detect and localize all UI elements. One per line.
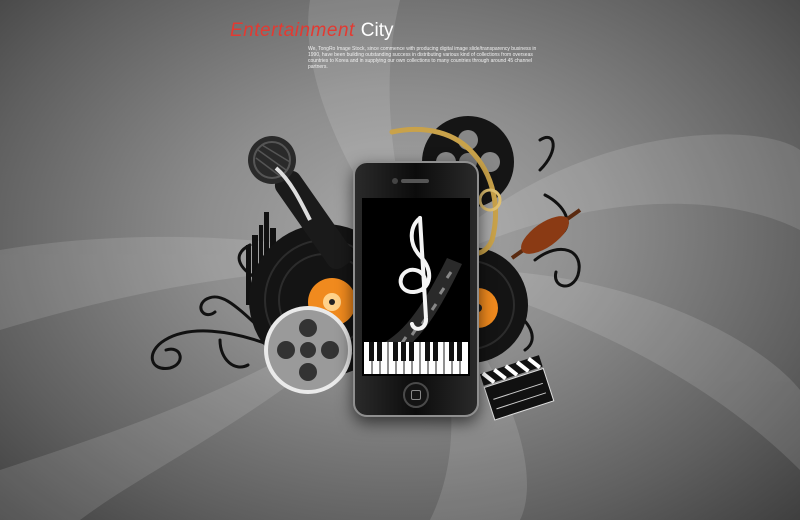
screen-art (364, 216, 468, 374)
poster-canvas: Entertainment City We, TongRo Image Stock… (0, 0, 800, 520)
home-button (403, 382, 429, 408)
film-reel-bottom-icon (264, 306, 352, 394)
phone-screen (362, 198, 470, 376)
treble-clef-icon (398, 216, 431, 331)
phone-camera (392, 178, 398, 184)
clapperboard-icon (479, 355, 555, 421)
phone-speaker (401, 179, 429, 183)
piano-keys-icon (364, 342, 468, 374)
smartphone-icon (353, 161, 479, 417)
